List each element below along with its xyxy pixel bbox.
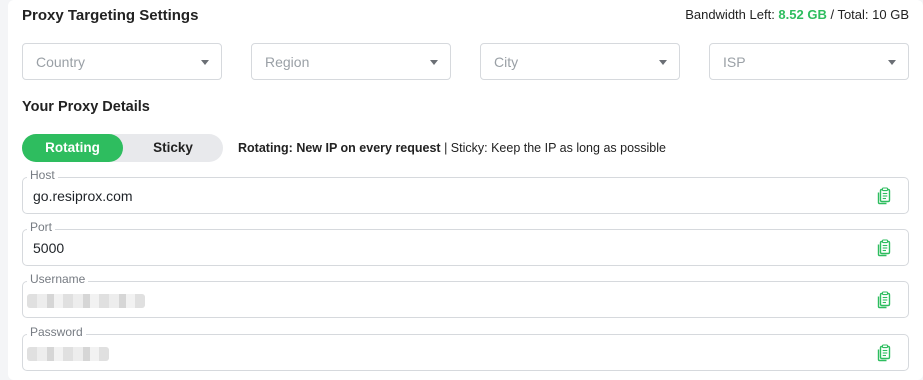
copy-icon[interactable] — [874, 343, 894, 363]
password-label: Password — [27, 325, 86, 339]
country-select-placeholder: Country — [36, 54, 86, 70]
port-label: Port — [27, 220, 56, 234]
isp-select-placeholder: ISP — [723, 54, 746, 70]
host-value: go.resiprox.com — [33, 188, 133, 204]
copy-icon[interactable] — [874, 186, 894, 206]
mode-description-rest: | Sticky: Keep the IP as long as possibl… — [440, 141, 666, 155]
chevron-down-icon — [888, 60, 896, 65]
host-label: Host — [27, 168, 58, 182]
password-redacted — [27, 347, 109, 361]
copy-icon[interactable] — [874, 290, 894, 310]
country-select[interactable]: Country — [22, 43, 222, 80]
port-field[interactable]: Port 5000 — [22, 220, 909, 266]
host-field[interactable]: Host go.resiprox.com — [22, 168, 909, 214]
username-redacted — [27, 294, 145, 308]
password-field[interactable]: Password — [22, 325, 909, 371]
chevron-down-icon — [659, 60, 667, 65]
bandwidth-info: Bandwidth Left: 8.52 GB / Total: 10 GB — [685, 7, 909, 22]
copy-icon[interactable] — [874, 238, 894, 258]
chevron-down-icon — [201, 60, 209, 65]
mode-description: Rotating: New IP on every request | Stic… — [238, 141, 666, 155]
page-title: Proxy Targeting Settings — [22, 7, 199, 24]
region-select[interactable]: Region — [251, 43, 451, 80]
city-select[interactable]: City — [480, 43, 680, 80]
proxy-details-title: Your Proxy Details — [22, 99, 150, 115]
bandwidth-prefix: Bandwidth Left: — [685, 7, 779, 22]
bandwidth-separator: / Total: — [826, 7, 873, 22]
bandwidth-total: 10 GB — [872, 7, 909, 22]
isp-select[interactable]: ISP — [709, 43, 909, 80]
region-select-placeholder: Region — [265, 54, 310, 70]
username-field[interactable]: Username — [22, 272, 909, 318]
rotating-toggle-button[interactable]: Rotating — [22, 134, 123, 162]
port-value: 5000 — [33, 240, 65, 256]
username-label: Username — [27, 272, 89, 286]
bandwidth-left: 8.52 GB — [778, 7, 827, 22]
city-select-placeholder: City — [494, 54, 519, 70]
mode-description-bold: Rotating: New IP on every request — [238, 141, 441, 155]
sticky-toggle-button[interactable]: Sticky — [123, 134, 223, 162]
mode-toggle: Rotating Sticky — [22, 134, 223, 162]
chevron-down-icon — [430, 60, 438, 65]
